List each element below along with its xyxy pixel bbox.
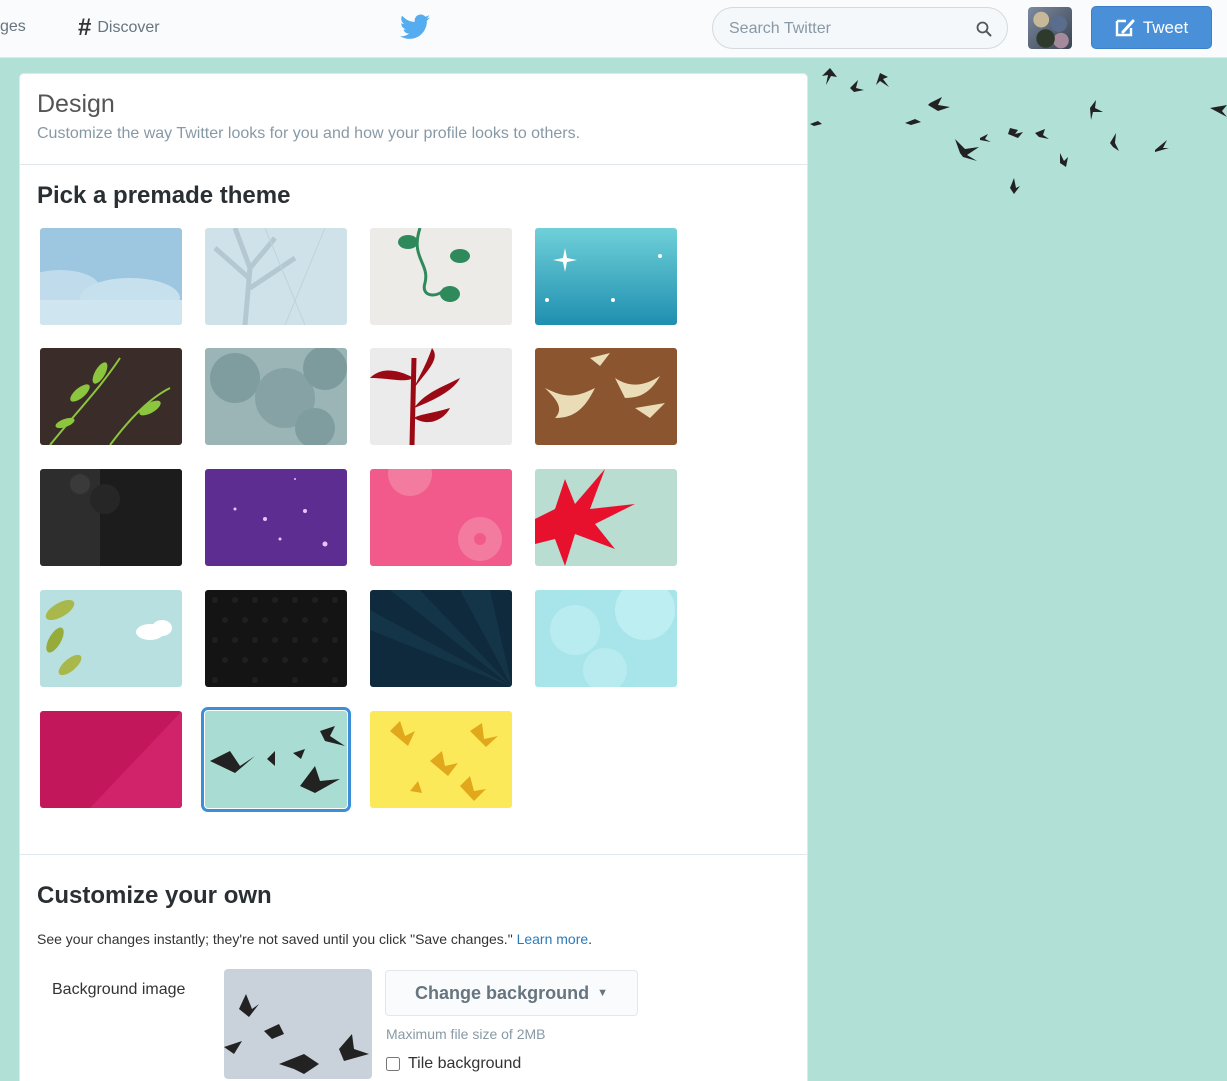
tweet-button-label: Tweet [1142,17,1189,37]
theme-clouds[interactable] [40,228,182,325]
search-box [712,7,1008,49]
max-file-size-note: Maximum file size of 2MB [386,1026,546,1042]
theme-sky-leaves[interactable] [40,590,182,687]
section-divider [20,854,807,855]
learn-more-link[interactable]: Learn more [517,931,589,947]
theme-vines[interactable] [370,228,512,325]
customize-description-text: See your changes instantly; they're not … [37,931,513,947]
theme-yellow-leaves[interactable] [370,711,512,808]
theme-tree-branches[interactable] [205,228,347,325]
search-input[interactable] [729,18,969,40]
theme-teal-sparkles[interactable] [535,228,677,325]
theme-black-hex[interactable] [205,590,347,687]
theme-red-plant[interactable] [370,348,512,445]
theme-magenta[interactable] [40,711,182,808]
nav-discover[interactable]: # Discover [78,14,160,41]
theme-purple-stars[interactable] [205,469,347,566]
theme-dark-grunge[interactable] [40,469,182,566]
page-title: Design [37,90,115,118]
search-icon[interactable] [975,20,993,38]
avatar[interactable] [1028,7,1072,49]
background-image-preview [224,969,372,1079]
tile-background-checkbox[interactable] [386,1057,400,1071]
page-background-strip [0,59,14,1081]
theme-red-maple[interactable] [535,469,677,566]
theme-pink-flowers[interactable] [370,469,512,566]
nav-messages[interactable]: ges [0,18,26,36]
theme-leaves-dark[interactable] [40,348,182,445]
theme-navy-rays[interactable] [370,590,512,687]
theme-foliage[interactable] [205,348,347,445]
nav-discover-label: Discover [97,19,160,36]
tile-background-option[interactable]: Tile background [386,1055,521,1073]
panel-header: Design Customize the way Twitter looks f… [20,74,807,165]
change-background-button[interactable]: Change background ▼ [385,970,638,1016]
page-subtitle: Customize the way Twitter looks for you … [37,125,581,142]
customize-heading: Customize your own [37,882,272,909]
hash-icon: # [78,14,92,41]
background-birds-image [810,68,1227,194]
customize-description: See your changes instantly; they're not … [37,931,593,947]
compose-icon [1115,19,1135,36]
caret-down-icon: ▼ [597,987,608,999]
premade-theme-heading: Pick a premade theme [37,182,291,209]
twitter-bird-logo-icon[interactable] [400,14,430,40]
design-panel: Design Customize the way Twitter looks f… [19,73,808,1081]
top-navigation-bar: ges # Discover Tweet [0,0,1227,58]
change-background-label: Change background [415,982,590,1003]
theme-light-clouds[interactable] [535,590,677,687]
theme-brown-birds[interactable] [535,348,677,445]
background-image-label: Background image [52,981,186,998]
theme-birds-selected[interactable] [201,707,351,812]
tweet-button[interactable]: Tweet [1091,6,1212,49]
tile-background-label: Tile background [408,1055,522,1072]
